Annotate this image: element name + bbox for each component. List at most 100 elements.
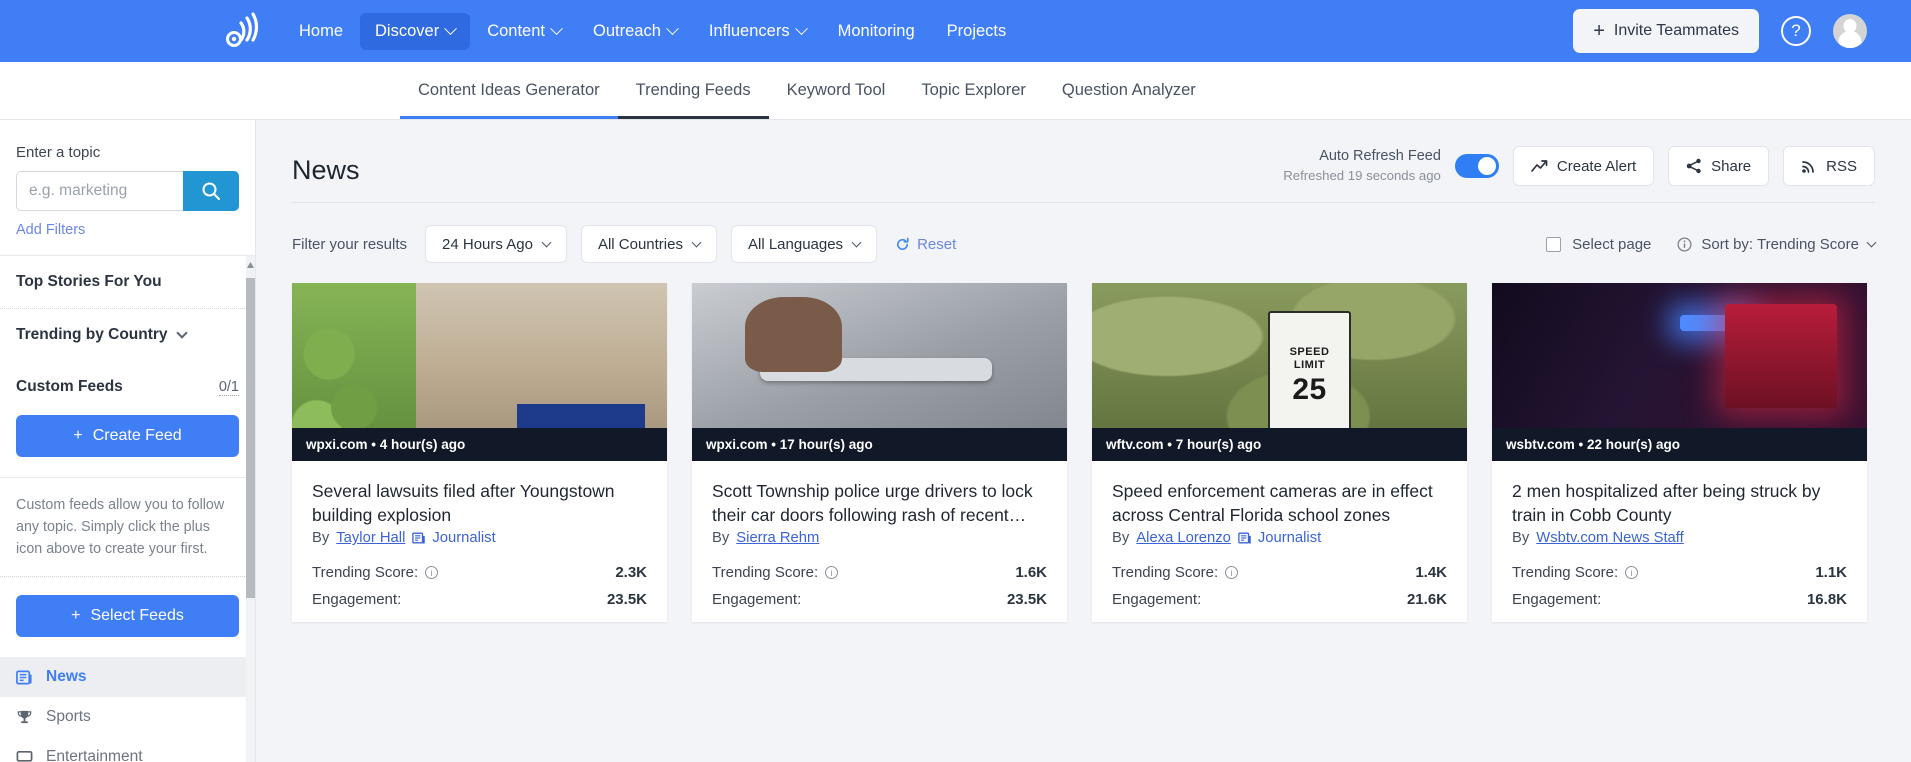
create-alert-button[interactable]: Create Alert bbox=[1512, 146, 1655, 186]
nav-item-outreach-label: Outreach bbox=[593, 21, 661, 40]
tab-topic-explorer[interactable]: Topic Explorer bbox=[903, 62, 1044, 119]
sidebar-scrollbar-track[interactable] bbox=[246, 256, 255, 762]
card-author-link[interactable]: Wsbtv.com News Staff bbox=[1536, 530, 1683, 546]
nav-item-content[interactable]: Content bbox=[472, 13, 576, 50]
help-icon[interactable]: ? bbox=[1781, 16, 1811, 46]
add-filters-link[interactable]: Add Filters bbox=[16, 222, 85, 238]
card-author-link[interactable]: Taylor Hall bbox=[336, 530, 405, 546]
main-header: News Auto Refresh Feed Refreshed 19 seco… bbox=[292, 146, 1875, 203]
avatar[interactable] bbox=[1833, 14, 1867, 48]
sidebar-item-custom-feeds[interactable]: Custom Feeds 0/1 bbox=[0, 361, 255, 413]
share-button[interactable]: Share bbox=[1668, 146, 1770, 186]
sidebar-scrollbar-thumb[interactable] bbox=[246, 278, 255, 598]
engagement-row: Engagement: 16.8K bbox=[1512, 581, 1847, 608]
sidebar-item-entertainment-label: Entertainment bbox=[46, 748, 143, 762]
search-button[interactable] bbox=[183, 171, 239, 211]
nav-item-discover[interactable]: Discover bbox=[360, 12, 471, 50]
info-icon[interactable]: i bbox=[825, 566, 839, 580]
nav-item-home[interactable]: Home bbox=[284, 13, 358, 50]
monitor-icon bbox=[16, 750, 33, 762]
card-body: 2 men hospitalized after being struck by… bbox=[1492, 461, 1867, 622]
chevron-down-icon bbox=[550, 21, 563, 35]
rss-label: RSS bbox=[1826, 157, 1857, 175]
sidebar-item-entertainment[interactable]: Entertainment bbox=[0, 737, 255, 762]
scroll-up-arrow-icon[interactable] bbox=[246, 258, 255, 272]
card-thumbnail[interactable]: SPEED LIMIT 25 wftv.com • 7 hour(s) ago bbox=[1092, 283, 1467, 461]
select-page-checkbox-row[interactable]: Select page bbox=[1546, 236, 1651, 253]
nav-item-influencers[interactable]: Influencers bbox=[694, 13, 821, 50]
country-dropdown[interactable]: All Countries bbox=[580, 225, 717, 263]
tab-trending-feeds[interactable]: Trending Feeds bbox=[617, 62, 769, 119]
tab-question-analyzer[interactable]: Question Analyzer bbox=[1044, 62, 1214, 119]
time-range-dropdown[interactable]: 24 Hours Ago bbox=[425, 225, 567, 263]
create-feed-button[interactable]: + Create Feed bbox=[16, 415, 239, 457]
topic-search-label: Enter a topic bbox=[16, 144, 101, 161]
invite-teammates-button[interactable]: + Invite Teammates bbox=[1573, 9, 1759, 53]
speed-limit-sign-graphic: SPEED LIMIT 25 bbox=[1268, 311, 1351, 440]
trending-score-row: Trending Score: i 1.6K bbox=[712, 546, 1047, 581]
news-card-grid: wpxi.com • 4 hour(s) ago Several lawsuit… bbox=[292, 283, 1875, 623]
trending-score-label: Trending Score: bbox=[312, 564, 419, 582]
engagement-label: Engagement: bbox=[312, 591, 402, 609]
select-feeds-button[interactable]: + Select Feeds bbox=[16, 595, 239, 638]
country-value: All Countries bbox=[597, 235, 683, 253]
by-prefix: By bbox=[1112, 530, 1130, 547]
trending-score-value: 1.1K bbox=[1815, 564, 1847, 582]
top-navigation-bar: Home Discover Content Outreach Influence… bbox=[0, 0, 1911, 62]
info-icon[interactable]: i bbox=[1225, 566, 1239, 580]
engagement-row: Engagement: 23.5K bbox=[712, 581, 1047, 608]
info-icon[interactable]: i bbox=[425, 566, 439, 580]
app-logo[interactable] bbox=[222, 9, 266, 53]
news-card[interactable]: wpxi.com • 17 hour(s) ago Scott Township… bbox=[692, 283, 1067, 623]
card-byline: By Wsbtv.com News Staff bbox=[1512, 530, 1847, 546]
card-title[interactable]: 2 men hospitalized after being struck by… bbox=[1512, 479, 1847, 527]
trending-score-value: 2.3K bbox=[615, 564, 647, 582]
card-byline: By Alexa Lorenzo Journalist bbox=[1112, 530, 1447, 546]
auto-refresh-toggle[interactable] bbox=[1454, 154, 1499, 178]
card-thumbnail[interactable]: wpxi.com • 17 hour(s) ago bbox=[692, 283, 1067, 461]
card-body: Scott Township police urge drivers to lo… bbox=[692, 461, 1067, 622]
journalist-label: Journalist bbox=[1257, 530, 1322, 547]
card-body: Several lawsuits filed after Youngstown … bbox=[292, 461, 667, 622]
news-card[interactable]: SPEED LIMIT 25 wftv.com • 7 hour(s) ago … bbox=[1092, 283, 1467, 623]
news-card[interactable]: wpxi.com • 4 hour(s) ago Several lawsuit… bbox=[292, 283, 667, 623]
news-card[interactable]: wsbtv.com • 22 hour(s) ago 2 men hospita… bbox=[1492, 283, 1867, 623]
info-icon[interactable]: i bbox=[1625, 566, 1639, 580]
trophy-icon bbox=[17, 710, 32, 724]
tab-keyword-tool[interactable]: Keyword Tool bbox=[769, 62, 904, 119]
rss-button[interactable]: RSS bbox=[1783, 146, 1875, 186]
refresh-icon bbox=[897, 237, 909, 250]
by-prefix: By bbox=[1512, 530, 1530, 547]
auto-refresh-block: Auto Refresh Feed Refreshed 19 seconds a… bbox=[1283, 147, 1441, 184]
sidebar-item-trending-by-country[interactable]: Trending by Country bbox=[0, 309, 255, 361]
engagement-value: 23.5K bbox=[1006, 591, 1047, 609]
card-thumbnail[interactable]: wsbtv.com • 22 hour(s) ago bbox=[1492, 283, 1867, 461]
sidebar-item-news[interactable]: News bbox=[0, 657, 255, 698]
language-dropdown[interactable]: All Languages bbox=[730, 225, 878, 263]
sidebar-item-top-stories[interactable]: Top Stories For You bbox=[0, 256, 255, 308]
nav-item-projects[interactable]: Projects bbox=[932, 13, 1022, 50]
card-title[interactable]: Speed enforcement cameras are in effect … bbox=[1112, 479, 1447, 527]
card-byline: By Sierra Rehm bbox=[712, 530, 1047, 546]
create-feed-label: Create Feed bbox=[92, 427, 182, 444]
card-title[interactable]: Several lawsuits filed after Youngstown … bbox=[312, 479, 647, 527]
reset-filters-button[interactable]: Reset bbox=[895, 236, 956, 253]
tab-trending-feeds-label: Trending Feeds bbox=[635, 81, 751, 99]
news-article-icon bbox=[16, 670, 32, 685]
auto-refresh-status: Refreshed 19 seconds ago bbox=[1283, 167, 1441, 183]
nav-item-outreach[interactable]: Outreach bbox=[578, 13, 692, 50]
select-page-checkbox[interactable] bbox=[1546, 236, 1562, 252]
select-page-label: Select page bbox=[1572, 235, 1652, 253]
divider bbox=[0, 576, 255, 578]
nav-item-monitoring[interactable]: Monitoring bbox=[823, 13, 930, 50]
search-input[interactable] bbox=[16, 171, 183, 211]
tab-content-ideas-generator[interactable]: Content Ideas Generator bbox=[400, 62, 618, 119]
card-author-link[interactable]: Sierra Rehm bbox=[736, 530, 819, 546]
sidebar-item-sports[interactable]: Sports bbox=[0, 697, 255, 737]
tab-question-analyzer-label: Question Analyzer bbox=[1061, 81, 1196, 99]
card-title[interactable]: Scott Township police urge drivers to lo… bbox=[712, 479, 1047, 527]
card-thumbnail[interactable]: wpxi.com • 4 hour(s) ago bbox=[292, 283, 667, 461]
card-author-link[interactable]: Alexa Lorenzo bbox=[1136, 530, 1231, 546]
sort-by-dropdown[interactable]: Sort by: Trending Score bbox=[1677, 236, 1877, 253]
plus-icon: + bbox=[73, 427, 83, 444]
